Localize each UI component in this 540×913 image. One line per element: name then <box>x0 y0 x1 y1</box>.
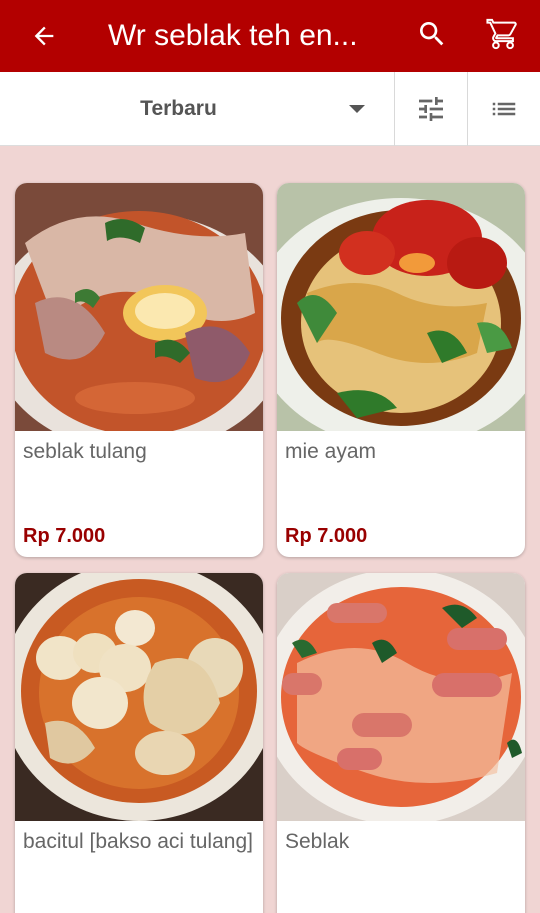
product-name: Seblak <box>285 830 350 853</box>
product-photo <box>15 183 263 431</box>
product-card[interactable]: seblak tulang Rp 7.000 <box>15 183 263 557</box>
arrow-back-icon <box>34 26 54 46</box>
product-card[interactable]: Seblak <box>277 573 525 913</box>
product-name: seblak tulang <box>23 440 147 463</box>
product-card[interactable]: bacitul [bakso aci tulang] <box>15 573 263 913</box>
product-photo <box>277 183 525 431</box>
product-card[interactable]: mie ayam Rp 7.000 <box>277 183 525 557</box>
sort-filter-bar: Terbaru <box>0 72 540 146</box>
sort-label: Terbaru <box>140 97 217 120</box>
product-photo <box>15 573 263 821</box>
page-title: Wr seblak teh en... <box>108 19 358 52</box>
product-photo <box>277 573 525 821</box>
cart-button[interactable] <box>478 10 528 58</box>
search-button[interactable] <box>408 10 456 58</box>
caret-down-icon <box>349 105 365 113</box>
list-view-icon <box>492 102 516 116</box>
product-price: Rp 7.000 <box>285 525 368 547</box>
view-toggle-button[interactable] <box>468 72 540 146</box>
filter-button[interactable] <box>395 72 467 146</box>
tune-sliders-icon <box>419 97 443 121</box>
product-name: bacitul [bakso aci tulang] <box>23 830 253 853</box>
shopping-cart-icon <box>486 18 517 50</box>
search-icon <box>420 22 444 46</box>
product-price: Rp 7.000 <box>23 525 106 547</box>
sort-dropdown[interactable]: Terbaru <box>0 72 394 146</box>
back-button[interactable] <box>22 14 66 58</box>
product-name: mie ayam <box>285 440 377 463</box>
app-bar: Wr seblak teh en... <box>0 0 540 72</box>
